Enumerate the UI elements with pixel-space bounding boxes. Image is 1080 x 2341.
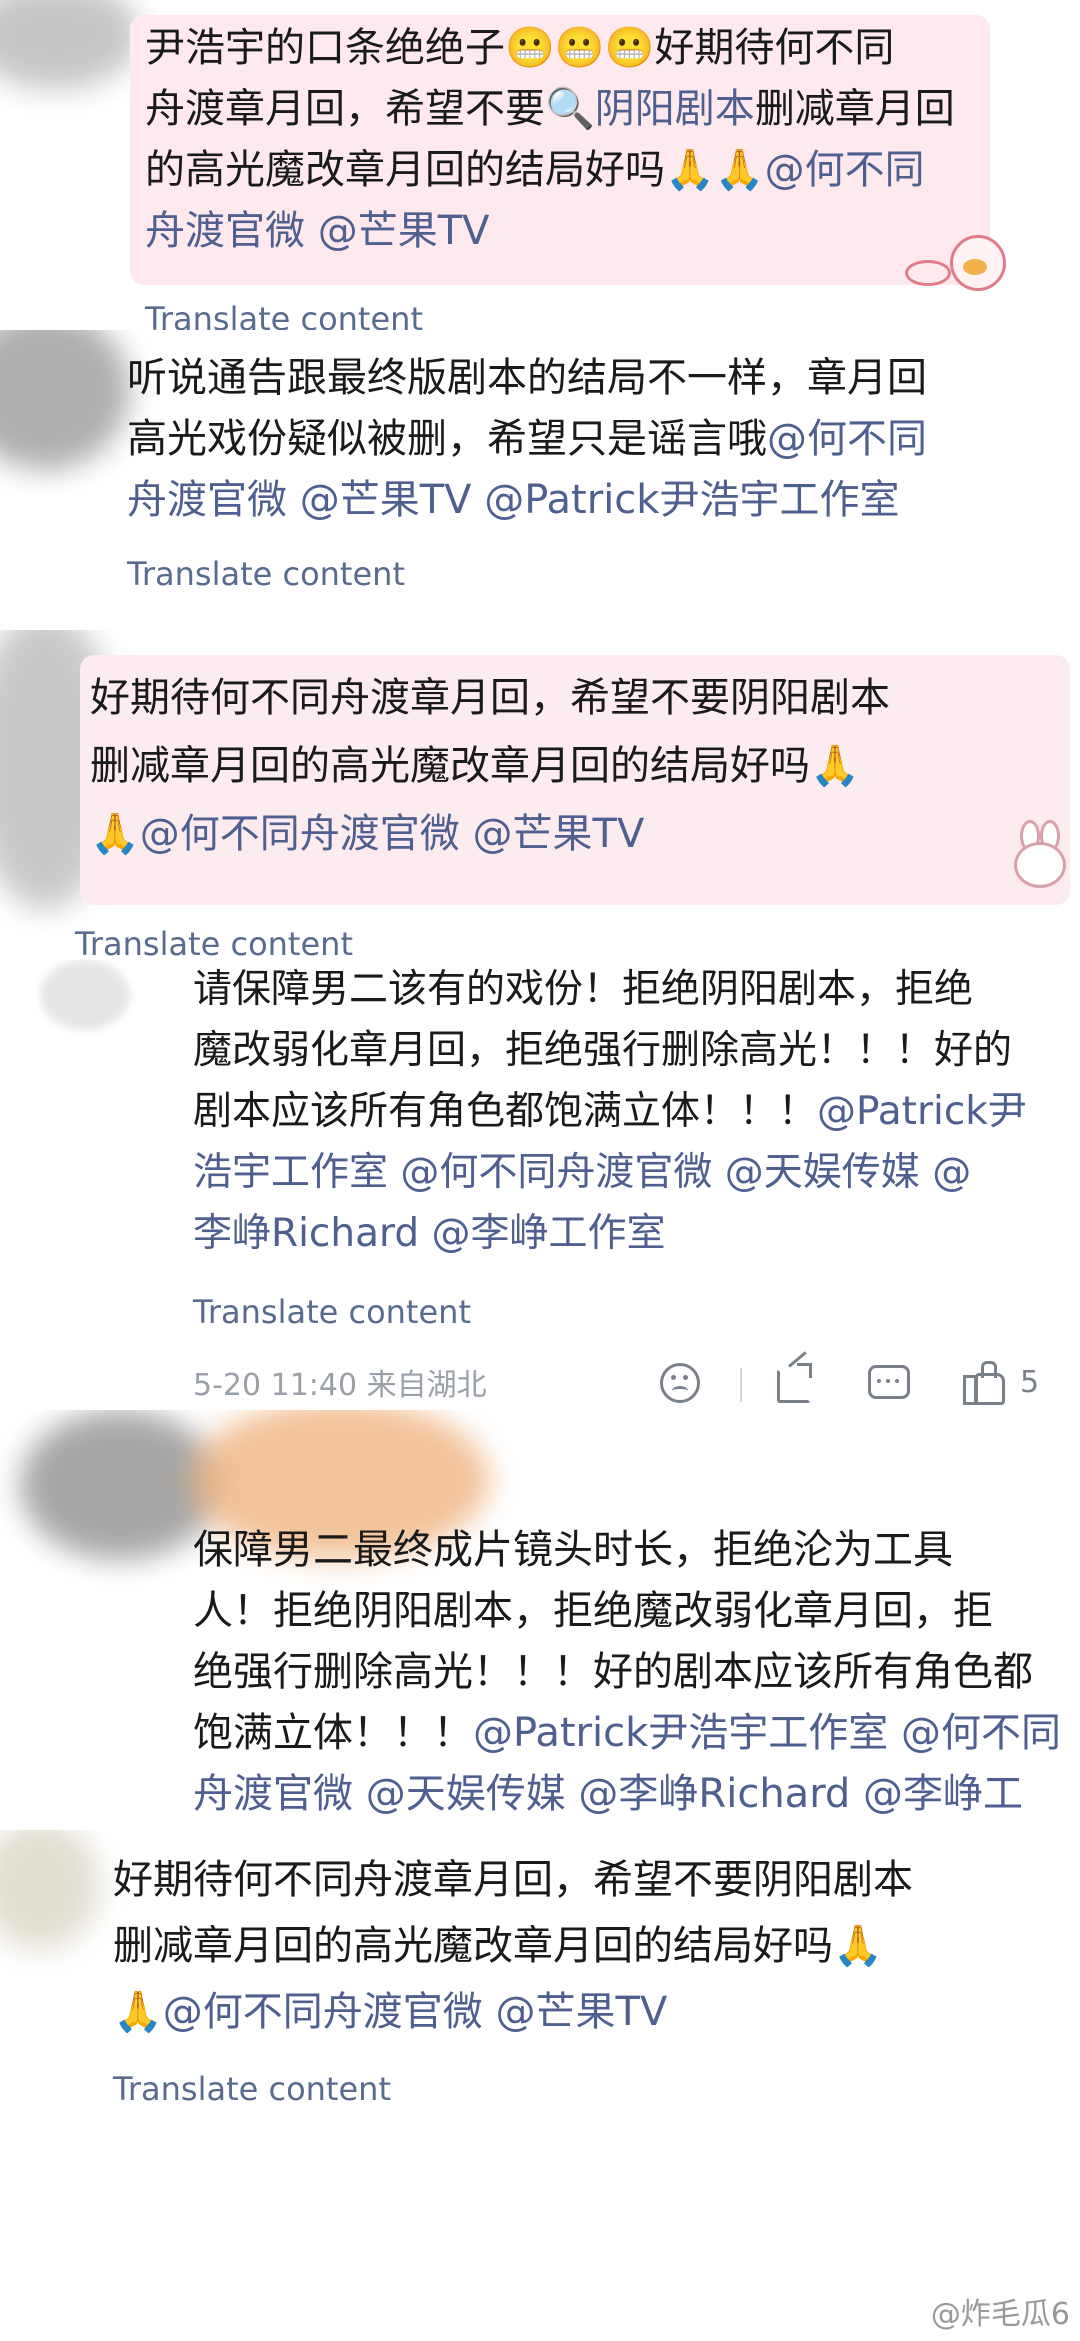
- translate-link[interactable]: Translate content: [75, 925, 353, 960]
- translate-link[interactable]: Translate content: [145, 300, 423, 330]
- timestamp: 5-20 11:40 来自湖北: [193, 1368, 487, 1403]
- comment-text: 的高光魔改章月回的结局好吗🙏🙏: [145, 147, 765, 193]
- bunny-sticker-icon: [1010, 820, 1070, 890]
- comment-line: 听说通告跟最终版剧本的结局不一样，章月回: [127, 355, 927, 401]
- search-link[interactable]: 🔍阴阳剧本: [545, 86, 755, 132]
- comment-card-4: 请保障男二该有的戏份！拒绝阴阳剧本，拒绝 魔改弱化章月回，拒绝强行删除高光！！！…: [0, 960, 1080, 1410]
- comment-line: 舟渡章月回，希望不要🔍阴阳剧本删减章月回: [145, 79, 955, 140]
- share-icon[interactable]: [775, 1351, 819, 1407]
- sticker-icon: [905, 235, 1006, 295]
- comment-text: 剧本应该所有角色都饱满立体！！！: [193, 1089, 818, 1134]
- comment-card-2: 听说通告跟最终版剧本的结局不一样，章月回 高光戏份疑似被删，希望只是谣言哦@何不…: [0, 330, 1080, 630]
- mention-link[interactable]: 🙏@何不同舟渡官微 @芒果TV: [90, 804, 644, 865]
- comment-line: 人！拒绝阴阳剧本，拒绝魔改弱化章月回，拒: [193, 1588, 993, 1634]
- mention-link[interactable]: @Patrick尹浩宇工作室 @何不同: [473, 1710, 1061, 1756]
- translate-link[interactable]: Translate content: [127, 555, 405, 593]
- comment-line: 舟渡官微 @芒果TV: [145, 201, 490, 262]
- dislike-icon[interactable]: [660, 1363, 704, 1407]
- comment-line: 删减章月回的高光魔改章月回的结局好吗🙏: [90, 743, 860, 789]
- comment-line: 的高光魔改章月回的结局好吗🙏🙏@何不同: [145, 140, 925, 201]
- mention-link[interactable]: @何不同: [767, 416, 927, 462]
- comment-icon[interactable]: [868, 1365, 912, 1409]
- comment-text: 删减章月回: [754, 86, 955, 132]
- mention-link[interactable]: 舟渡官微 @芒果TV @Patrick尹浩宇工作室: [127, 470, 899, 531]
- comment-text: 高光戏份疑似被删，希望只是谣言哦: [127, 416, 767, 462]
- like-count: 5: [1020, 1365, 1040, 1400]
- translate-link[interactable]: Translate content: [193, 1293, 471, 1331]
- mention-link[interactable]: 李峥Richard @李峥工作室: [193, 1204, 666, 1264]
- mention-link[interactable]: 舟渡官微: [145, 208, 305, 254]
- comment-line: 删减章月回的高光魔改章月回的结局好吗🙏: [113, 1923, 883, 1969]
- comment-line: 魔改弱化章月回，拒绝强行删除高光！！！好的: [193, 1028, 1013, 1073]
- comment-text: 饱满立体！！！: [193, 1710, 473, 1756]
- comment-line: 保障男二最终成片镜头时长，拒绝沦为工具: [193, 1527, 953, 1573]
- comment-line: 高光戏份疑似被删，希望只是谣言哦@何不同: [127, 409, 927, 470]
- comment-card-1: 尹浩宇的口条绝绝子😬😬😬好期待何不同 舟渡章月回，希望不要🔍阴阳剧本删减章月回 …: [0, 0, 1080, 330]
- translate-link[interactable]: Translate content: [113, 2070, 391, 2108]
- mention-link[interactable]: @何不同: [765, 147, 925, 193]
- watermark: @炸毛瓜6: [930, 2297, 1070, 2332]
- comment-line: 好期待何不同舟渡章月回，希望不要阴阳剧本: [90, 675, 890, 721]
- comment-line: 剧本应该所有角色都饱满立体！！！@Patrick尹: [193, 1082, 1027, 1142]
- comment-card-3: 好期待何不同舟渡章月回，希望不要阴阳剧本 删减章月回的高光魔改章月回的结局好吗🙏…: [0, 630, 1080, 960]
- mention-link[interactable]: 🙏@何不同舟渡官微 @芒果TV: [113, 1982, 667, 2043]
- like-icon[interactable]: [963, 1361, 1007, 1405]
- comment-line: 好期待何不同舟渡章月回，希望不要阴阳剧本: [113, 1857, 913, 1903]
- comment-line: 饱满立体！！！@Patrick尹浩宇工作室 @何不同: [193, 1703, 1061, 1764]
- avatar[interactable]: [40, 960, 130, 1030]
- divider: [740, 1368, 742, 1402]
- comment-card-6: 好期待何不同舟渡章月回，希望不要阴阳剧本 删减章月回的高光魔改章月回的结局好吗🙏…: [0, 1830, 1080, 2341]
- mention-link[interactable]: @芒果TV: [318, 208, 490, 254]
- comment-card-5: 保障男二最终成片镜头时长，拒绝沦为工具 人！拒绝阴阳剧本，拒绝魔改弱化章月回，拒…: [0, 1410, 1080, 1830]
- comment-line: 绝强行删除高光！！！好的剧本应该所有角色都: [193, 1649, 1033, 1695]
- mention-link[interactable]: 浩宇工作室 @何不同舟渡官微 @天娱传媒 @: [193, 1143, 971, 1203]
- comment-line: 请保障男二该有的戏份！拒绝阴阳剧本，拒绝: [193, 967, 974, 1012]
- comment-text: 舟渡章月回，希望不要: [145, 86, 545, 132]
- comment-line: 尹浩宇的口条绝绝子😬😬😬好期待何不同: [145, 25, 895, 71]
- mention-link[interactable]: 舟渡官微 @天娱传媒 @李峥Richard @李峥工: [193, 1764, 1023, 1825]
- mention-link[interactable]: @Patrick尹: [817, 1089, 1027, 1134]
